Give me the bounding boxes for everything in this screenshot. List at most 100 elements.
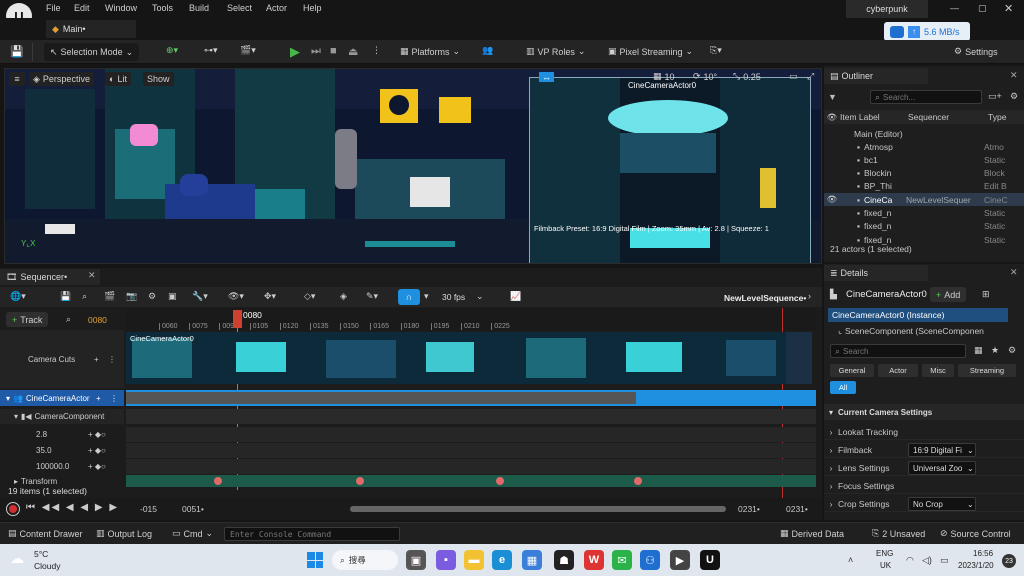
source-control-icon[interactable]: ⎘▾ (710, 45, 722, 56)
curve-view-icon[interactable]: 📈 (510, 291, 521, 302)
filter-misc[interactable]: Misc (922, 364, 954, 377)
wifi-icon[interactable]: ◠ (906, 555, 914, 566)
add-component-button[interactable]: + Add (930, 287, 967, 302)
transform-options-icon[interactable]: ✥▾ (264, 291, 276, 302)
filter-streaming[interactable]: Streaming (958, 364, 1016, 377)
output-log-button[interactable]: ▥ Output Log (96, 528, 152, 539)
wechat-icon[interactable]: ✉ (612, 550, 632, 570)
range-out[interactable]: 0231• (738, 504, 760, 514)
menu-help[interactable]: Help (303, 3, 322, 13)
add-track-button[interactable]: + Track (6, 312, 49, 327)
track-focus[interactable]: 100000.0 + ◆○ (0, 459, 124, 474)
rotation-snap[interactable]: ⟳ 10° (693, 71, 717, 82)
windows-start-icon[interactable] (307, 552, 323, 568)
perspective-button[interactable]: ◈ Perspective (29, 72, 94, 86)
section-current-camera-settings[interactable]: ▾ Current Camera Settings (824, 404, 1024, 420)
save-sequence-icon[interactable]: 💾 (60, 291, 71, 302)
col-item-label[interactable]: Item Label (840, 112, 908, 122)
outliner-search[interactable]: ⌕ Search... (870, 90, 982, 104)
battery-icon[interactable]: ▭ (940, 555, 949, 566)
scene-component-row[interactable]: ⌞ SceneComponent (SceneComponen (838, 324, 1008, 337)
settings-dropdown[interactable]: ⚙ Settings (954, 46, 998, 57)
console-input[interactable]: Enter Console Command (224, 527, 400, 541)
vp-roles-dropdown[interactable]: ▥ VP Roles ⌄ (526, 46, 585, 57)
transport-controls[interactable]: ⏮ ◀◀ ◀ ◀ ▶ ▶ (26, 502, 119, 513)
menu-actor[interactable]: Actor (266, 3, 287, 13)
keyframe[interactable] (214, 477, 222, 485)
viewport-menu-icon[interactable]: ≡ (9, 72, 25, 86)
find-icon[interactable]: ⌕ (82, 291, 87, 302)
minimize-icon[interactable]: — (950, 3, 959, 13)
volume-icon[interactable]: ◁) (922, 555, 932, 566)
blueprint-icon[interactable]: ⊶▾ (204, 45, 218, 56)
media-player-icon[interactable]: ▶ (670, 550, 690, 570)
unsaved-button[interactable]: ⎘ 2 Unsaved (872, 528, 925, 539)
filter-icon[interactable]: ▼ (828, 92, 837, 102)
property-value-dropdown[interactable]: Universal Zoo ⌄ (908, 461, 976, 475)
menu-tools[interactable]: Tools (152, 3, 173, 13)
network-app-icon[interactable]: ⚇ (640, 550, 660, 570)
menu-build[interactable]: Build (189, 3, 209, 13)
key-nav-icon[interactable]: + ◆○ (88, 446, 106, 455)
details-close-icon[interactable]: ✕ (1010, 267, 1018, 278)
tray-chevron-icon[interactable]: ˄ (848, 555, 853, 565)
tools-icon[interactable]: 🔧▾ (192, 291, 208, 302)
derived-data-button[interactable]: ▦ Derived Data (780, 528, 844, 539)
cinematics-icon[interactable]: 🎬▾ (240, 45, 256, 56)
scale-snap[interactable]: ⤡ 0.25 (733, 71, 761, 82)
selection-mode-dropdown[interactable]: ↖ Selection Mode ⌄ (44, 43, 140, 61)
clock-time[interactable]: 16:56 (973, 549, 993, 558)
camera-speed-icon[interactable]: ▭ (789, 71, 798, 82)
world-icon[interactable]: 🌐▾ (10, 291, 26, 302)
track-options-icon[interactable]: ⋮ (108, 355, 116, 364)
brush-icon[interactable]: ✎▾ (366, 291, 378, 302)
outliner-row[interactable]: 👁 ▪ CineCa NewLevelSequer CineC (824, 193, 1024, 207)
track-camera-cuts[interactable]: Camera Cuts + ⋮ (0, 330, 124, 388)
save-icon[interactable]: 💾 (10, 45, 24, 58)
cmd-dropdown[interactable]: ▭ Cmd ⌄ (172, 528, 213, 539)
lit-button[interactable]: ◐ Lit (105, 72, 131, 86)
eject-button[interactable]: ⏏ (348, 45, 358, 58)
focal-value[interactable]: 35.0 (36, 446, 52, 455)
taskbar-search[interactable]: ⌕ 搜尋 (332, 550, 398, 570)
outliner-row[interactable]: ▪ BP_Thi Edit B (824, 180, 1024, 193)
sequencer-close-icon[interactable]: ✕ (88, 270, 96, 281)
range-in[interactable]: 0051• (182, 504, 204, 514)
aperture-value[interactable]: 2.8 (36, 430, 47, 439)
sequencer-tab[interactable]: 🎞 Sequencer• (0, 269, 100, 285)
outliner-root-row[interactable]: Main (Editor) (824, 127, 1024, 140)
teams-icon[interactable]: ▪ (436, 550, 456, 570)
source-control-button[interactable]: ⊘ Source Control (940, 528, 1011, 539)
view-options-icon[interactable]: 👁▾ (228, 291, 244, 302)
key-nav-icon[interactable]: + ◆○ (88, 462, 106, 471)
play-button[interactable]: ▶ (290, 44, 300, 60)
tab-main[interactable]: ◆ Main• (46, 20, 136, 38)
outliner-row[interactable]: ▪ fixed_n Static (824, 220, 1024, 233)
outliner-row[interactable]: ▪ bc1 Static (824, 153, 1024, 166)
filter-actor[interactable]: Actor (878, 364, 918, 377)
camera-icon[interactable]: 📷 (126, 291, 137, 302)
key-nav-icon[interactable]: + ◆○ (88, 430, 106, 439)
platforms-dropdown[interactable]: ▦ Platforms ⌄ (400, 46, 460, 57)
file-explorer-icon[interactable]: ▬ (464, 550, 484, 570)
outliner-close-icon[interactable]: ✕ (1010, 70, 1018, 81)
track-camera-component[interactable]: ▾ ▮◀ CameraComponent (0, 409, 124, 424)
folder-add-icon[interactable]: ▭+ (988, 91, 1002, 102)
track-aperture[interactable]: 2.8 + ◆○ (0, 427, 124, 442)
property-value-dropdown[interactable]: No Crop ⌄ (908, 497, 976, 511)
spawn-icon[interactable]: ▣ (168, 291, 177, 302)
weather-temp[interactable]: 5°C (34, 549, 48, 559)
level-viewport[interactable]: CineCameraActor0 Filmback Preset: 16:9 D… (4, 68, 822, 264)
keyframe[interactable] (356, 477, 364, 485)
snap-magnet-icon[interactable]: ∩ (398, 289, 420, 305)
sequence-browse-icon[interactable]: › (808, 291, 811, 301)
show-button[interactable]: Show (143, 72, 174, 86)
stop-button[interactable]: ■ (330, 45, 337, 57)
sequence-settings-icon[interactable]: ⚙ (148, 291, 156, 302)
property-value-dropdown[interactable]: 16:9 Digital Fi ⌄ (908, 443, 976, 457)
playhead-marker[interactable] (233, 310, 242, 328)
render-movie-icon[interactable]: 🎬 (104, 291, 115, 302)
maximize-icon[interactable]: ▢ (978, 3, 987, 14)
language-code[interactable]: ENG (876, 549, 893, 558)
notification-badge[interactable]: 23 (1002, 554, 1016, 568)
